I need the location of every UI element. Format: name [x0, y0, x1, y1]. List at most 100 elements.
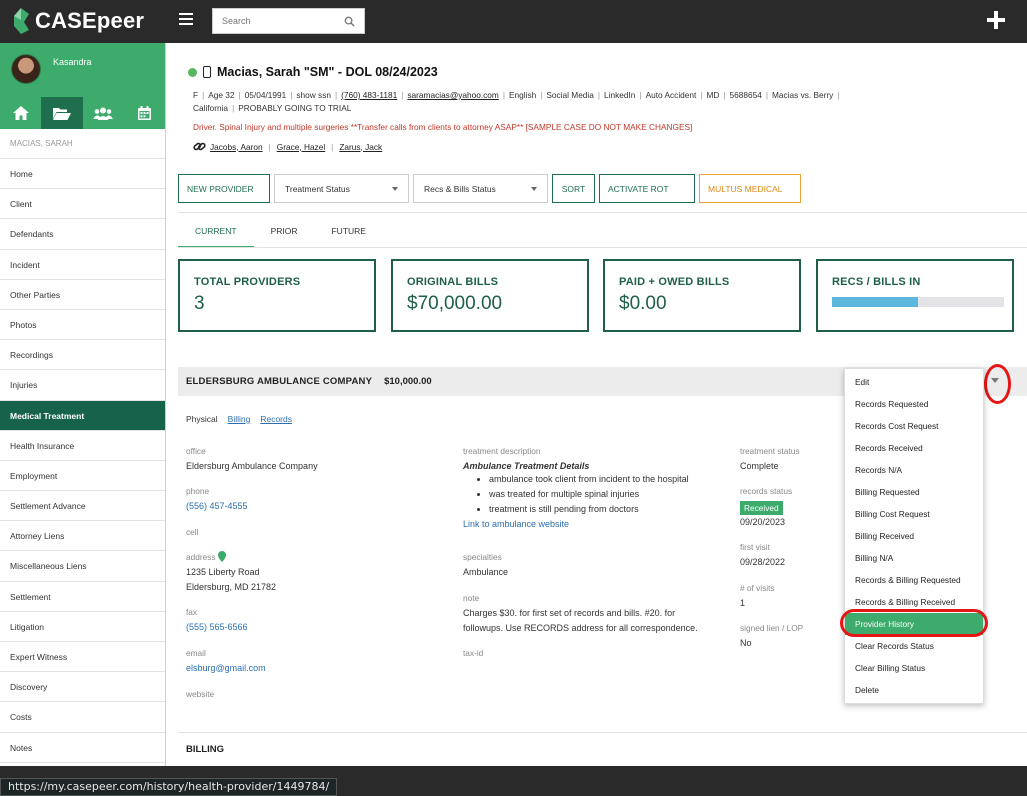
sidebar-item-notes[interactable]: Notes: [0, 733, 165, 763]
separator: |: [268, 141, 271, 152]
subtab-billing[interactable]: Billing: [228, 414, 251, 424]
sidebar: Kasandra MACIAS, SARAH Home Client Defenda…: [0, 43, 166, 796]
menu-item-clear-billing-status[interactable]: Clear Billing Status: [845, 657, 983, 679]
menu-item-records-requested[interactable]: Records Requested: [845, 393, 983, 415]
sidebar-item-litigation[interactable]: Litigation: [0, 612, 165, 642]
menu-item-billing-received[interactable]: Billing Received: [845, 525, 983, 547]
menu-item-records-cost-request[interactable]: Records Cost Request: [845, 415, 983, 437]
case-meta-item: Social Media: [546, 90, 594, 100]
stat-label: ORIGINAL BILLS: [407, 276, 499, 288]
email-link[interactable]: elsburg@gmail.com: [186, 663, 266, 673]
recs-bills-status-select[interactable]: Recs & Bills Status: [413, 174, 548, 203]
search-icon[interactable]: [344, 16, 355, 27]
treatment-status-select[interactable]: Treatment Status: [274, 174, 409, 203]
treatment-status-field: treatment status Complete: [740, 446, 800, 471]
sidebar-item-incident[interactable]: Incident: [0, 250, 165, 280]
contacts-nav[interactable]: [83, 97, 124, 129]
sidebar-item-miscellaneous-liens[interactable]: Miscellaneous Liens: [0, 551, 165, 582]
search-input[interactable]: [213, 9, 338, 33]
menu-item-billing-n-a[interactable]: Billing N/A: [845, 547, 983, 569]
provider-toolbar: NEW PROVIDER Treatment Status Recs & Bil…: [178, 174, 801, 203]
linked-contacts: Jacobs, Aaron | Grace, Hazel | Zarus, Jack: [193, 141, 382, 152]
menu-item-edit[interactable]: Edit: [845, 371, 983, 393]
menu-item-delete[interactable]: Delete: [845, 679, 983, 701]
website-link[interactable]: Link to ambulance website: [463, 519, 733, 529]
field-label: cell: [186, 527, 199, 537]
case-meta-item: F: [193, 90, 199, 100]
phone-link[interactable]: (556) 457-4555: [186, 501, 248, 511]
sidebar-item-defendants[interactable]: Defendants: [0, 219, 165, 250]
sidebar-item-settlement-advance[interactable]: Settlement Advance: [0, 491, 165, 522]
field-label: specialties: [463, 552, 502, 562]
treatment-description-title: Ambulance Treatment Details: [463, 461, 590, 471]
sidebar-item-health-insurance[interactable]: Health Insurance: [0, 431, 165, 461]
sidebar-item-client[interactable]: Client: [0, 189, 165, 220]
sort-button[interactable]: SORT: [552, 174, 595, 203]
casepeer-logo[interactable]: CASEpeer: [12, 6, 144, 36]
status-dot-icon: [188, 67, 197, 77]
field-label: first visit: [740, 542, 770, 552]
menu-item-records-n-a[interactable]: Records N/A: [845, 459, 983, 481]
separator: |: [700, 90, 703, 100]
linked-contact-link[interactable]: Grace, Hazel: [277, 142, 325, 152]
home-nav[interactable]: [0, 97, 41, 129]
linked-contact-link[interactable]: Jacobs, Aaron: [210, 142, 263, 152]
lien-field: signed lien / LOP No: [740, 623, 803, 648]
menu-item-billing-requested[interactable]: Billing Requested: [845, 481, 983, 503]
sidebar-item-other-parties[interactable]: Other Parties: [0, 280, 165, 310]
fax-link[interactable]: (555) 565-6566: [186, 622, 248, 632]
address-line-2: Eldersburg, MD 21782: [186, 582, 277, 592]
separator: |: [597, 90, 601, 100]
taxid-field: tax-id: [463, 648, 483, 658]
activate-rot-button[interactable]: ACTIVATE ROT: [599, 174, 695, 203]
divider: [178, 212, 1027, 213]
note-field: note Charges $30. for first set of recor…: [463, 593, 698, 633]
separator: |: [331, 141, 334, 152]
map-pin-icon[interactable]: [217, 551, 226, 562]
subtab-physical[interactable]: Physical: [186, 414, 218, 424]
menu-item-records-received[interactable]: Records Received: [845, 437, 983, 459]
menu-item-billing-cost-request[interactable]: Billing Cost Request: [845, 503, 983, 525]
sidebar-item-discovery[interactable]: Discovery: [0, 672, 165, 703]
subtab-records[interactable]: Records: [260, 414, 292, 424]
sidebar-item-costs[interactable]: Costs: [0, 702, 165, 733]
sidebar-item-employment[interactable]: Employment: [0, 461, 165, 492]
provider-actions-menu: Edit Records Requested Records Cost Reques…: [844, 368, 984, 704]
tab-prior[interactable]: PRIOR: [254, 218, 315, 248]
hamburger-menu-icon[interactable]: [179, 13, 193, 26]
add-plus-icon[interactable]: [986, 10, 1006, 30]
multus-medical-button[interactable]: MULTUS MEDICAL: [699, 174, 801, 203]
menu-item-clear-records-status[interactable]: Clear Records Status: [845, 635, 983, 657]
tab-future[interactable]: FUTURE: [314, 218, 382, 248]
new-provider-button[interactable]: NEW PROVIDER: [178, 174, 270, 203]
cases-nav[interactable]: [41, 97, 83, 129]
top-bar: CASEpeer: [0, 0, 1027, 43]
list-item: was treated for multiple spinal injuries: [489, 489, 733, 499]
sidebar-item-attorney-liens[interactable]: Attorney Liens: [0, 521, 165, 552]
logo-leaf-icon: [14, 8, 29, 34]
sidebar-item-recordings[interactable]: Recordings: [0, 340, 165, 371]
case-warning: Driver. Spinal Injury and multiple surge…: [193, 122, 693, 132]
sidebar-item-expert-witness[interactable]: Expert Witness: [0, 642, 165, 673]
sidebar-item-photos[interactable]: Photos: [0, 310, 165, 341]
sidebar-item-home[interactable]: Home: [0, 159, 165, 190]
linked-contact-link[interactable]: Zarus, Jack: [339, 142, 382, 152]
visits-field: # of visits 1: [740, 583, 775, 608]
tab-current[interactable]: CURRENT: [178, 218, 254, 248]
phone-field: phone (556) 457-4555: [186, 486, 248, 511]
field-label: # of visits: [740, 583, 775, 593]
case-meta-item: California: [193, 103, 229, 113]
sidebar-item-settlement[interactable]: Settlement: [0, 582, 165, 612]
case-label: MACIAS, SARAH: [0, 129, 165, 159]
menu-item-records-billing-requested[interactable]: Records & Billing Requested: [845, 569, 983, 591]
sidebar-icon-row: [0, 97, 165, 129]
sidebar-item-injuries[interactable]: Injuries: [0, 370, 165, 401]
avatar[interactable]: [11, 54, 41, 84]
case-meta-item[interactable]: saramacias@yahoo.com: [407, 90, 498, 100]
email-field: email elsburg@gmail.com: [186, 648, 266, 673]
case-meta-item[interactable]: (760) 483-1181: [341, 90, 397, 100]
folder-open-icon: [52, 107, 71, 120]
calendar-nav[interactable]: [124, 97, 165, 129]
address-line-1: 1235 Liberty Road: [186, 567, 260, 577]
sidebar-item-medical-treatment[interactable]: Medical Treatment: [0, 400, 165, 431]
